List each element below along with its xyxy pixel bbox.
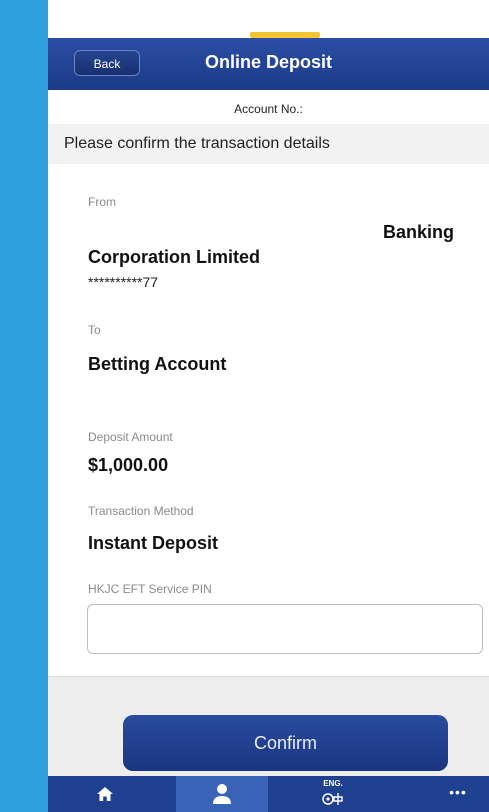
- deposit-amount-label: Deposit Amount: [88, 430, 173, 444]
- confirm-button[interactable]: Confirm: [123, 715, 448, 771]
- to-value: Betting Account: [88, 354, 227, 374]
- account-number-label: Account No.:: [234, 102, 303, 116]
- from-bank-name: Banking: [383, 222, 455, 242]
- confirm-details-banner: Please confirm the transaction details: [48, 124, 489, 164]
- tab-language[interactable]: ENG.: [288, 776, 378, 812]
- transaction-method-label: Transaction Method: [88, 504, 194, 518]
- transaction-method-value: Instant Deposit: [88, 533, 219, 553]
- pin-label: HKJC EFT Service PIN: [88, 582, 212, 596]
- from-company: Corporation Limited: [88, 247, 260, 267]
- tab-bar: ENG. •••: [48, 776, 489, 812]
- language-label: ENG.: [323, 779, 343, 788]
- pin-input[interactable]: [87, 604, 483, 654]
- tab-home[interactable]: [84, 776, 128, 812]
- deposit-amount-value: $1,000.00: [88, 455, 169, 475]
- status-area: [48, 0, 489, 30]
- to-label: To: [88, 323, 101, 337]
- home-icon: [97, 787, 113, 801]
- person-icon: [213, 784, 231, 804]
- from-account-number: **********77: [88, 274, 159, 290]
- side-strip: [0, 0, 48, 812]
- navigation-bar: Back Online Deposit: [48, 38, 489, 90]
- more-icon: •••: [449, 784, 467, 800]
- phone-screen: Back Online Deposit Account No.: Please …: [48, 0, 489, 812]
- from-label: From: [88, 195, 116, 209]
- back-button[interactable]: Back: [74, 50, 140, 76]
- footer-divider: [48, 676, 489, 677]
- tab-more[interactable]: •••: [438, 776, 478, 812]
- language-toggle-icon: [322, 793, 343, 805]
- tab-account[interactable]: [176, 776, 268, 812]
- page-title: Online Deposit: [204, 52, 332, 72]
